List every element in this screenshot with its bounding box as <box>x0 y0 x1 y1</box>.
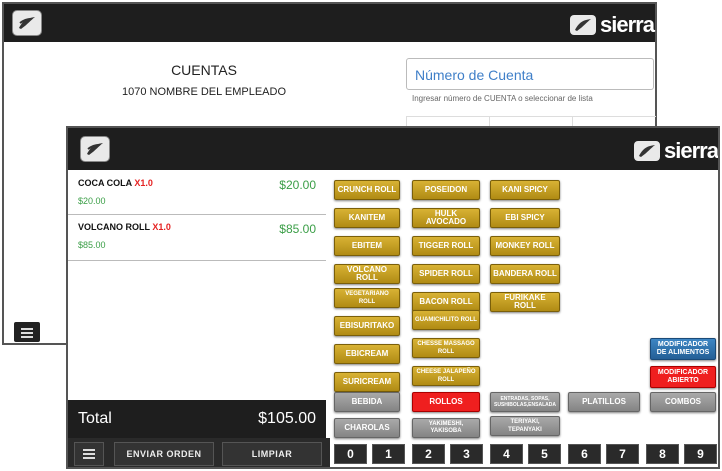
number-6-button[interactable]: 6 <box>568 444 601 464</box>
product-button[interactable]: EBISURITAKO <box>334 316 400 336</box>
accounts-header-bar: sierra <box>4 4 655 42</box>
product-button[interactable]: CHESSE MASSAGO ROLL <box>412 338 480 358</box>
product-button[interactable]: POSEIDON <box>412 180 480 200</box>
product-button[interactable]: EBI SPICY <box>490 208 560 228</box>
limpiar-button[interactable]: LIMPIAR <box>222 442 322 466</box>
category-rollos-button[interactable]: ROLLOS <box>412 392 480 412</box>
product-button[interactable]: GUAMICHILITO ROLL <box>412 310 480 330</box>
category-teriyaki-button[interactable]: TERIYAKI, TEPANYAKI <box>490 416 560 436</box>
product-button[interactable]: MONKEY ROLL <box>490 236 560 256</box>
product-button[interactable]: CHEESE JALAPEÑO ROLL <box>412 366 480 386</box>
number-7-button[interactable]: 7 <box>606 444 639 464</box>
product-button[interactable]: EBICREAM <box>334 344 400 364</box>
order-item-name: VOLCANO ROLL X1.0 <box>78 222 171 232</box>
hamburger-icon <box>83 447 95 461</box>
product-button[interactable]: FURIKAKE ROLL <box>490 292 560 312</box>
number-0-button[interactable]: 0 <box>334 444 367 464</box>
item-price: $20.00 <box>279 178 316 192</box>
app-logo-icon <box>12 10 42 36</box>
hamburger-icon <box>21 326 33 340</box>
category-entradas-button[interactable]: ENTRADAS, SOPAS, SUSHIBOLAS,ENSALADA <box>490 392 560 412</box>
product-button[interactable]: TIGGER ROLL <box>412 236 480 256</box>
brand-text: sierra <box>664 138 718 163</box>
product-button[interactable]: EBITEM <box>334 236 400 256</box>
product-button[interactable]: VEGETARIANO ROLL <box>334 288 400 308</box>
product-button[interactable]: KANI SPICY <box>490 180 560 200</box>
order-item[interactable]: COCA COLA X1.0 $20.00 $20.00 <box>68 170 326 215</box>
order-item-name: COCA COLA X1.0 <box>78 178 153 188</box>
enviar-orden-button[interactable]: ENVIAR ORDEN <box>114 442 214 466</box>
product-button[interactable]: BACON ROLL <box>412 292 480 312</box>
order-item[interactable]: VOLCANO ROLL X1.0 $85.00 $85.00 <box>68 214 326 261</box>
account-number-input[interactable]: Número de Cuenta <box>406 58 654 90</box>
total-bar: Total $105.00 <box>68 400 326 438</box>
sierra-brand-logo: sierra <box>570 12 655 38</box>
product-button[interactable]: BANDERA ROLL <box>490 264 560 284</box>
item-price: $85.00 <box>279 222 316 236</box>
cuentas-title: CUENTAS <box>171 62 237 78</box>
number-5-button[interactable]: 5 <box>528 444 561 464</box>
product-button[interactable]: VOLCANO ROLL <box>334 264 400 284</box>
category-bebida-button[interactable]: BEBIDA <box>334 392 400 412</box>
product-button[interactable]: CRUNCH ROLL <box>334 180 400 200</box>
category-platillos-button[interactable]: PLATILLOS <box>568 392 640 412</box>
order-list: COCA COLA X1.0 $20.00 $20.00 VOLCANO ROL… <box>68 170 326 400</box>
item-name-text: COCA COLA <box>78 178 132 188</box>
modificador-abierto-button[interactable]: MODIFICADOR ABIERTO <box>650 366 716 388</box>
product-grid: CRUNCH ROLL KANITEM EBITEM VOLCANO ROLL … <box>330 170 718 467</box>
sierra-brand-logo: sierra <box>634 138 718 164</box>
number-8-button[interactable]: 8 <box>646 444 679 464</box>
app-logo-icon <box>80 136 110 162</box>
modificador-alimentos-button[interactable]: MODIFICADOR DE ALIMENTOS <box>650 338 716 360</box>
order-header-bar: sierra <box>68 128 718 170</box>
number-9-button[interactable]: 9 <box>684 444 717 464</box>
account-help-text: Ingresar número de CUENTA o seleccionar … <box>412 94 593 103</box>
number-4-button[interactable]: 4 <box>490 444 523 464</box>
menu-button[interactable] <box>74 442 104 466</box>
back-menu-button[interactable] <box>14 322 40 342</box>
category-combos-button[interactable]: COMBOS <box>650 392 716 412</box>
product-button[interactable]: SURICREAM <box>334 372 400 392</box>
product-button[interactable]: SPIDER ROLL <box>412 264 480 284</box>
total-label: Total <box>78 410 112 427</box>
category-charolas-button[interactable]: CHAROLAS <box>334 418 400 438</box>
item-name-text: VOLCANO ROLL <box>78 222 150 232</box>
item-subtotal: $85.00 <box>78 240 106 250</box>
item-qty: X1.0 <box>134 178 153 188</box>
employee-label: 1070 NOMBRE DEL EMPLEADO <box>121 86 287 98</box>
item-qty: X1.0 <box>152 222 171 232</box>
order-actions-bar: ENVIAR ORDEN LIMPIAR <box>68 438 330 467</box>
category-yakimeshi-button[interactable]: YAKIMESHI, YAKISOBA <box>412 418 480 438</box>
order-window: sierra COCA COLA X1.0 $20.00 $20.00 VOLC… <box>66 126 720 469</box>
number-3-button[interactable]: 3 <box>450 444 483 464</box>
product-button[interactable]: KANITEM <box>334 208 400 228</box>
number-1-button[interactable]: 1 <box>372 444 405 464</box>
number-2-button[interactable]: 2 <box>412 444 445 464</box>
sierra-mark-icon <box>570 15 596 35</box>
sierra-mark-icon <box>634 141 660 161</box>
total-amount: $105.00 <box>258 410 316 427</box>
item-subtotal: $20.00 <box>78 196 106 206</box>
product-button[interactable]: HULK AVOCADO <box>412 208 480 228</box>
brand-text: sierra <box>600 12 655 37</box>
